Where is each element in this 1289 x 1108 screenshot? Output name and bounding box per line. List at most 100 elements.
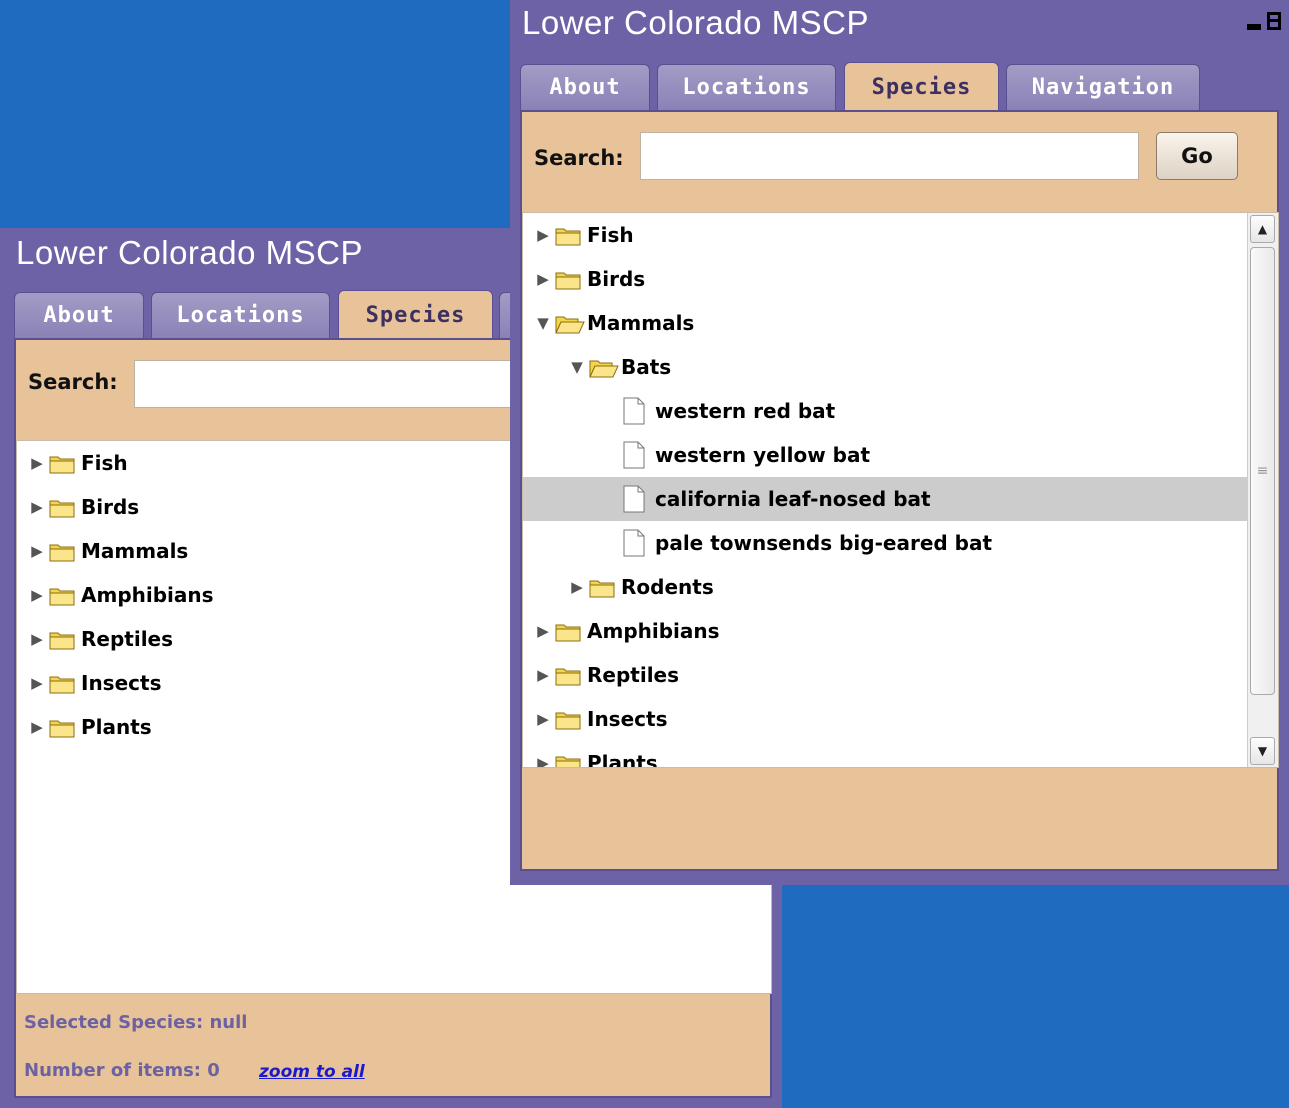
tree-item-label: Insects (587, 707, 668, 731)
expand-right-icon[interactable]: ▶ (535, 270, 551, 288)
document-icon (623, 529, 645, 557)
tab-label: Locations (682, 75, 811, 100)
tree-item-label: Reptiles (81, 627, 174, 651)
tab-navigation[interactable]: Navigation (1006, 64, 1200, 110)
document-icon (623, 441, 645, 469)
tree-leaf-item[interactable]: california leaf-nosed bat (523, 477, 1248, 521)
tab-about[interactable]: About (520, 64, 650, 110)
expand-right-icon[interactable]: ▶ (29, 718, 45, 736)
folder-icon (555, 666, 581, 685)
tab-species[interactable]: Species (338, 290, 493, 340)
item-count-status: Number of items: 0 (24, 1060, 220, 1081)
expand-right-icon[interactable]: ▶ (535, 754, 551, 767)
tab-locations[interactable]: Locations (657, 64, 836, 110)
tree-leaf-item[interactable]: western yellow bat (523, 433, 1248, 477)
expand-down-icon[interactable]: ▼ (569, 358, 585, 376)
tree-leaf-item[interactable]: pale townsends big-eared bat (523, 521, 1248, 565)
tree-folder-item[interactable]: ▶ Amphibians (523, 609, 1248, 653)
folder-icon (49, 586, 75, 605)
tree-rows: ▶ Fish ▶ Birds ▼ Mammals ▼ Bats western red bat w… (523, 213, 1248, 767)
tab-label: Species (871, 75, 972, 100)
search-label: Search: (28, 370, 118, 394)
folder-icon (555, 226, 581, 245)
search-input[interactable] (640, 132, 1139, 180)
species-tree[interactable]: ▶ Fish ▶ Birds ▼ Mammals ▼ Bats western red bat w… (522, 212, 1279, 768)
tree-item-label: california leaf-nosed bat (655, 487, 931, 511)
search-input[interactable] (134, 360, 534, 408)
tree-item-label: Plants (81, 715, 152, 739)
tree-item-label: Mammals (587, 311, 695, 335)
scroll-thumb[interactable]: ≡ (1250, 247, 1275, 695)
tab-label: Species (365, 303, 466, 328)
folder-icon (589, 578, 615, 597)
tab-label: Locations (176, 303, 305, 328)
expand-right-icon[interactable]: ▶ (29, 542, 45, 560)
tree-item-label: Reptiles (587, 663, 680, 687)
folder-icon (49, 498, 75, 517)
tree-folder-item[interactable]: ▶ Plants (523, 741, 1248, 768)
folder-icon (555, 754, 581, 767)
window-title: Lower Colorado MSCP (16, 234, 363, 271)
expand-right-icon[interactable]: ▶ (535, 710, 551, 728)
window-controls (1247, 12, 1281, 30)
tree-item-label: Bats (621, 355, 672, 379)
expand-down-icon[interactable]: ▼ (535, 314, 551, 332)
expand-right-icon[interactable]: ▶ (29, 586, 45, 604)
maximize-icon[interactable] (1267, 12, 1281, 30)
tree-item-label: Rodents (621, 575, 714, 599)
tree-item-label: western yellow bat (655, 443, 870, 467)
folder-icon (49, 542, 75, 561)
tree-item-label: Amphibians (81, 583, 214, 607)
document-icon (623, 485, 645, 513)
tab-label: About (549, 75, 621, 100)
tree-item-label: Insects (81, 671, 162, 695)
tree-folder-item[interactable]: ▶ Insects (523, 697, 1248, 741)
expand-right-icon[interactable]: ▶ (535, 622, 551, 640)
vertical-scrollbar[interactable]: ▲ ≡ ▼ (1247, 213, 1278, 767)
tree-folder-item[interactable]: ▶ Rodents (523, 565, 1248, 609)
tab-about[interactable]: About (14, 292, 144, 338)
tree-item-label: Birds (81, 495, 140, 519)
expand-right-icon[interactable]: ▶ (569, 578, 585, 596)
expand-right-icon[interactable]: ▶ (535, 666, 551, 684)
tree-folder-item[interactable]: ▼ Mammals (523, 301, 1248, 345)
search-label: Search: (534, 146, 624, 170)
go-button[interactable]: Go (1156, 132, 1238, 180)
tab-label: Navigation (1031, 75, 1175, 100)
tree-leaf-item[interactable]: western red bat (523, 389, 1248, 433)
expand-right-icon[interactable]: ▶ (29, 630, 45, 648)
tree-folder-item[interactable]: ▶ Reptiles (523, 653, 1248, 697)
tab-species[interactable]: Species (844, 62, 999, 112)
folder-open-icon (555, 314, 585, 333)
tree-item-label: Fish (587, 223, 634, 247)
tree-folder-item[interactable]: ▼ Bats (523, 345, 1248, 389)
expand-right-icon[interactable]: ▶ (535, 226, 551, 244)
tree-item-label: western red bat (655, 399, 836, 423)
folder-icon (49, 454, 75, 473)
folder-icon (555, 710, 581, 729)
expand-right-icon[interactable]: ▶ (29, 674, 45, 692)
folder-icon (555, 270, 581, 289)
window-title: Lower Colorado MSCP (522, 4, 869, 41)
expand-right-icon[interactable]: ▶ (29, 498, 45, 516)
minimize-icon[interactable] (1247, 24, 1261, 30)
scroll-up-icon[interactable]: ▲ (1250, 215, 1275, 243)
tree-item-label: Fish (81, 451, 128, 475)
scroll-down-icon[interactable]: ▼ (1250, 737, 1275, 765)
tree-item-label: Plants (587, 751, 658, 768)
tree-item-label: Mammals (81, 539, 189, 563)
tab-label: About (43, 303, 115, 328)
tree-folder-item[interactable]: ▶ Birds (523, 257, 1248, 301)
tree-folder-item[interactable]: ▶ Fish (523, 213, 1248, 257)
tree-item-label: pale townsends big-eared bat (655, 531, 993, 555)
folder-open-icon (589, 358, 619, 377)
folder-icon (49, 674, 75, 693)
front-window: Lower Colorado MSCP About Locations Spec… (510, 0, 1289, 885)
tab-locations[interactable]: Locations (151, 292, 330, 338)
tree-item-label: Birds (587, 267, 646, 291)
folder-icon (49, 630, 75, 649)
tree-item-label: Amphibians (587, 619, 720, 643)
folder-icon (555, 622, 581, 641)
zoom-to-all-link[interactable]: zoom to all (259, 1062, 365, 1082)
expand-right-icon[interactable]: ▶ (29, 454, 45, 472)
